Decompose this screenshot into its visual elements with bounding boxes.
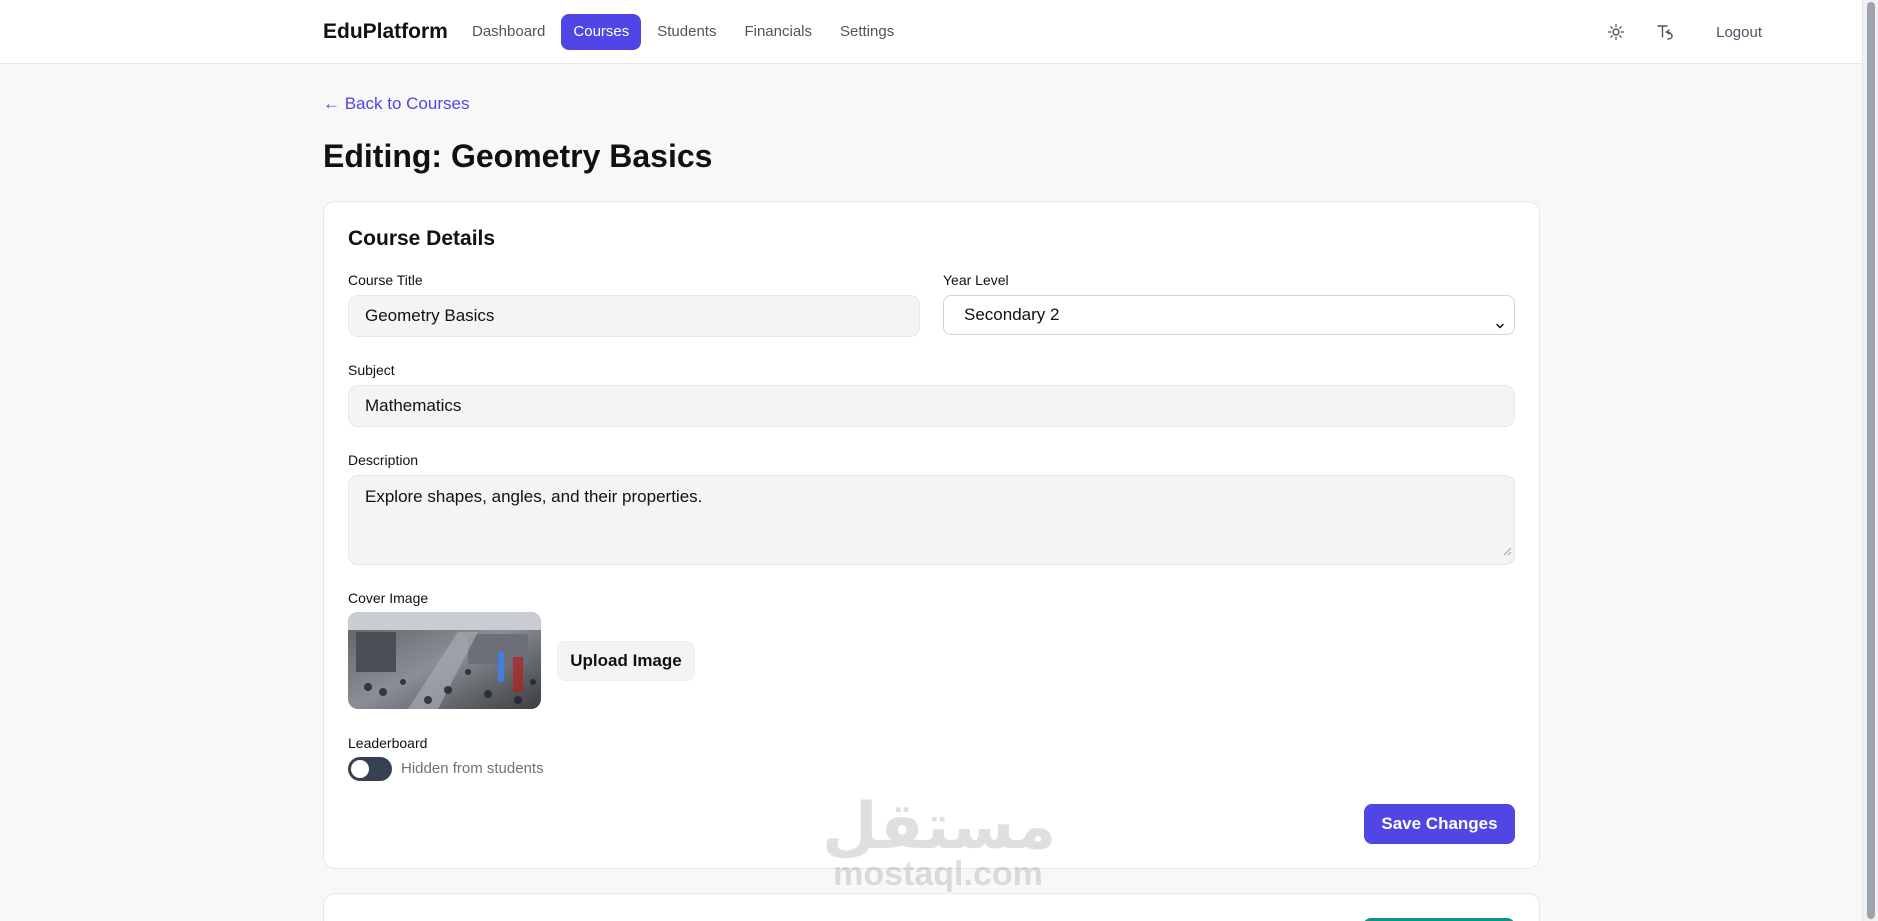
chevron-down-icon [1494, 308, 1506, 346]
leaderboard-toggle[interactable] [348, 757, 392, 781]
save-changes-button[interactable]: Save Changes [1364, 804, 1515, 844]
course-details-card: Course Details Course Title Geometry Bas… [323, 201, 1540, 869]
upload-image-button[interactable]: Upload Image [557, 641, 695, 681]
top-navbar: EduPlatform Dashboard Courses Students F… [0, 0, 1862, 64]
leaderboard-status: Hidden from students [401, 760, 544, 777]
nav-item-financials[interactable]: Financials [732, 14, 824, 50]
description-label: Description [348, 452, 419, 468]
cover-image-preview [348, 612, 541, 709]
subject-label: Subject [348, 362, 395, 378]
main-nav: Dashboard Courses Students Financials Se… [460, 14, 906, 50]
page-title: Editing: Geometry Basics [323, 138, 713, 174]
nav-item-students[interactable]: Students [645, 14, 728, 50]
brand-logo[interactable]: EduPlatform [323, 20, 448, 44]
subject-input[interactable]: Mathematics [348, 385, 1515, 427]
nav-item-courses[interactable]: Courses [561, 14, 642, 50]
leaderboard-label: Leaderboard [348, 735, 428, 751]
back-to-courses-link[interactable]: ← Back to Courses [323, 94, 469, 114]
description-text: Explore shapes, angles, and their proper… [365, 487, 703, 506]
translate-icon[interactable] [1654, 14, 1678, 50]
year-level-label: Year Level [943, 272, 1009, 288]
page-scrollbar[interactable] [1862, 0, 1878, 921]
nav-item-dashboard[interactable]: Dashboard [460, 14, 557, 50]
nav-item-settings[interactable]: Settings [828, 14, 906, 50]
year-level-select[interactable]: Secondary 2 [943, 295, 1515, 335]
course-title-input[interactable]: Geometry Basics [348, 295, 920, 337]
topbar-actions: Logout [1604, 14, 1762, 50]
year-level-value: Secondary 2 [964, 305, 1060, 324]
secondary-card [323, 893, 1540, 921]
card-title: Course Details [348, 227, 496, 250]
logout-button[interactable]: Logout [1704, 24, 1762, 41]
toggle-knob [351, 760, 369, 778]
sun-icon[interactable] [1604, 14, 1628, 50]
course-title-label: Course Title [348, 272, 423, 288]
resize-handle-icon[interactable] [1502, 540, 1512, 562]
cover-image-label: Cover Image [348, 590, 429, 606]
description-textarea[interactable]: Explore shapes, angles, and their proper… [348, 475, 1515, 565]
scrollbar-thumb[interactable] [1867, 2, 1875, 919]
